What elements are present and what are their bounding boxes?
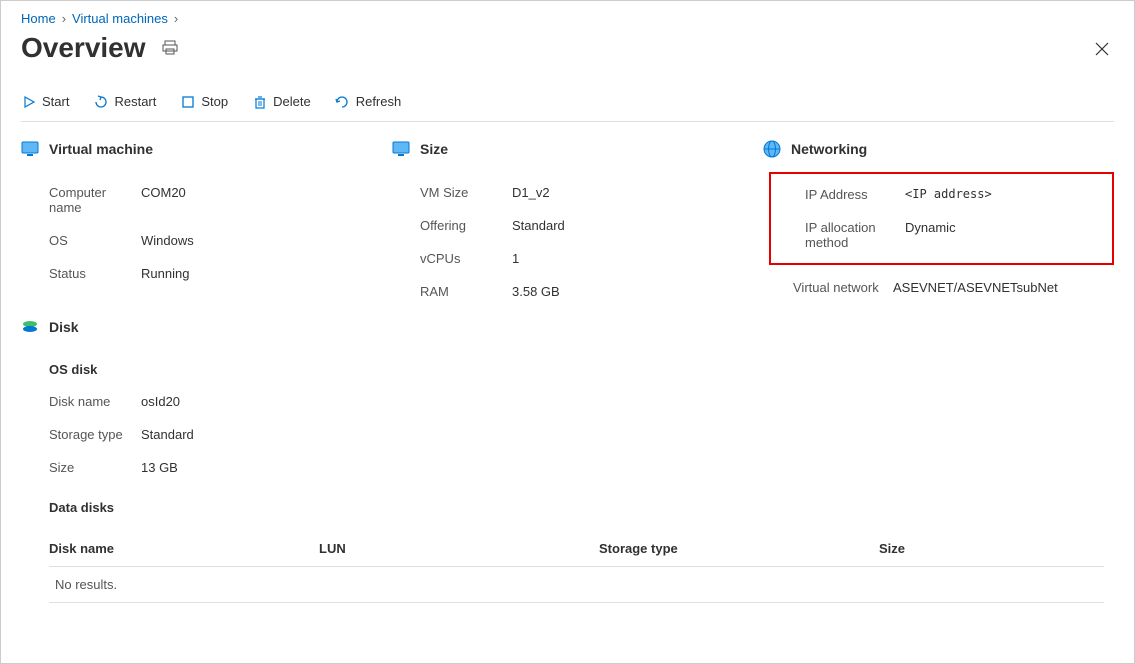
label-ram: RAM xyxy=(392,284,512,299)
label-vm-size: VM Size xyxy=(392,185,512,200)
no-results-text: No results. xyxy=(49,577,117,592)
refresh-button[interactable]: Refresh xyxy=(335,92,402,111)
stop-icon xyxy=(180,94,195,109)
start-label: Start xyxy=(42,94,69,109)
monitor-icon xyxy=(392,140,410,158)
delete-button[interactable]: Delete xyxy=(252,92,311,111)
label-status: Status xyxy=(21,266,141,281)
stop-label: Stop xyxy=(201,94,228,109)
label-vcpus: vCPUs xyxy=(392,251,512,266)
label-ip-address: IP Address xyxy=(775,187,905,202)
disk-icon xyxy=(21,318,39,336)
breadcrumb-virtual-machines[interactable]: Virtual machines xyxy=(72,11,168,26)
value-vm-size: D1_v2 xyxy=(512,185,550,200)
size-heading: Size xyxy=(420,141,448,157)
col-header-lun: LUN xyxy=(319,541,599,556)
data-disks-heading: Data disks xyxy=(21,492,1114,523)
value-computer-name: COM20 xyxy=(141,185,186,215)
data-disks-table: Disk name LUN Storage type Size No resul… xyxy=(21,531,1114,603)
col-header-disk-name: Disk name xyxy=(49,541,319,556)
restart-label: Restart xyxy=(114,94,156,109)
value-os: Windows xyxy=(141,233,194,248)
networking-heading: Networking xyxy=(791,141,867,157)
value-storage-type: Standard xyxy=(141,427,194,442)
label-computer-name: Computer name xyxy=(21,185,141,215)
start-button[interactable]: Start xyxy=(21,92,69,111)
close-button[interactable] xyxy=(1094,41,1110,57)
label-os: OS xyxy=(21,233,141,248)
table-row: No results. xyxy=(49,567,1104,603)
restart-button[interactable]: Restart xyxy=(93,92,156,111)
disk-heading: Disk xyxy=(49,319,79,335)
play-icon xyxy=(21,94,36,109)
value-vnet: ASEVNET/ASEVNETsubNet xyxy=(893,280,1058,295)
label-ip-alloc: IP allocation method xyxy=(775,220,905,250)
stop-button[interactable]: Stop xyxy=(180,92,228,111)
value-ram: 3.58 GB xyxy=(512,284,560,299)
page-title: Overview xyxy=(21,32,146,64)
refresh-label: Refresh xyxy=(356,94,402,109)
col-header-size: Size xyxy=(879,541,1104,556)
print-icon[interactable] xyxy=(162,40,178,56)
globe-icon xyxy=(763,140,781,158)
delete-icon xyxy=(252,94,267,109)
value-status: Running xyxy=(141,266,189,281)
chevron-right-icon: › xyxy=(174,11,178,26)
value-disk-name: osId20 xyxy=(141,394,180,409)
size-section: Size VM SizeD1_v2 OfferingStandard vCPUs… xyxy=(392,140,743,308)
label-disk-name: Disk name xyxy=(21,394,141,409)
disk-section: Disk OS disk Disk nameosId20 Storage typ… xyxy=(21,318,1114,603)
chevron-right-icon: › xyxy=(62,11,66,26)
label-disk-size: Size xyxy=(21,460,141,475)
value-ip-alloc: Dynamic xyxy=(905,220,956,250)
breadcrumb-home[interactable]: Home xyxy=(21,11,56,26)
value-disk-size: 13 GB xyxy=(141,460,178,475)
value-ip-address: <IP address> xyxy=(905,187,992,202)
col-header-storage-type: Storage type xyxy=(599,541,879,556)
os-disk-heading: OS disk xyxy=(21,354,1114,385)
label-offering: Offering xyxy=(392,218,512,233)
monitor-icon xyxy=(21,140,39,158)
networking-highlight: IP Address<IP address> IP allocation met… xyxy=(769,172,1114,265)
delete-label: Delete xyxy=(273,94,311,109)
breadcrumb: Home › Virtual machines › xyxy=(21,11,1114,26)
table-header-row: Disk name LUN Storage type Size xyxy=(49,531,1104,567)
networking-section: Networking IP Address<IP address> IP all… xyxy=(763,140,1114,308)
refresh-icon xyxy=(335,94,350,109)
vm-section: Virtual machine Computer nameCOM20 OSWin… xyxy=(21,140,372,308)
restart-icon xyxy=(93,94,108,109)
label-vnet: Virtual network xyxy=(763,280,893,295)
label-storage-type: Storage type xyxy=(21,427,141,442)
toolbar: Start Restart Stop Delete Refresh xyxy=(21,86,1114,122)
value-vcpus: 1 xyxy=(512,251,519,266)
value-offering: Standard xyxy=(512,218,565,233)
vm-heading: Virtual machine xyxy=(49,141,153,157)
